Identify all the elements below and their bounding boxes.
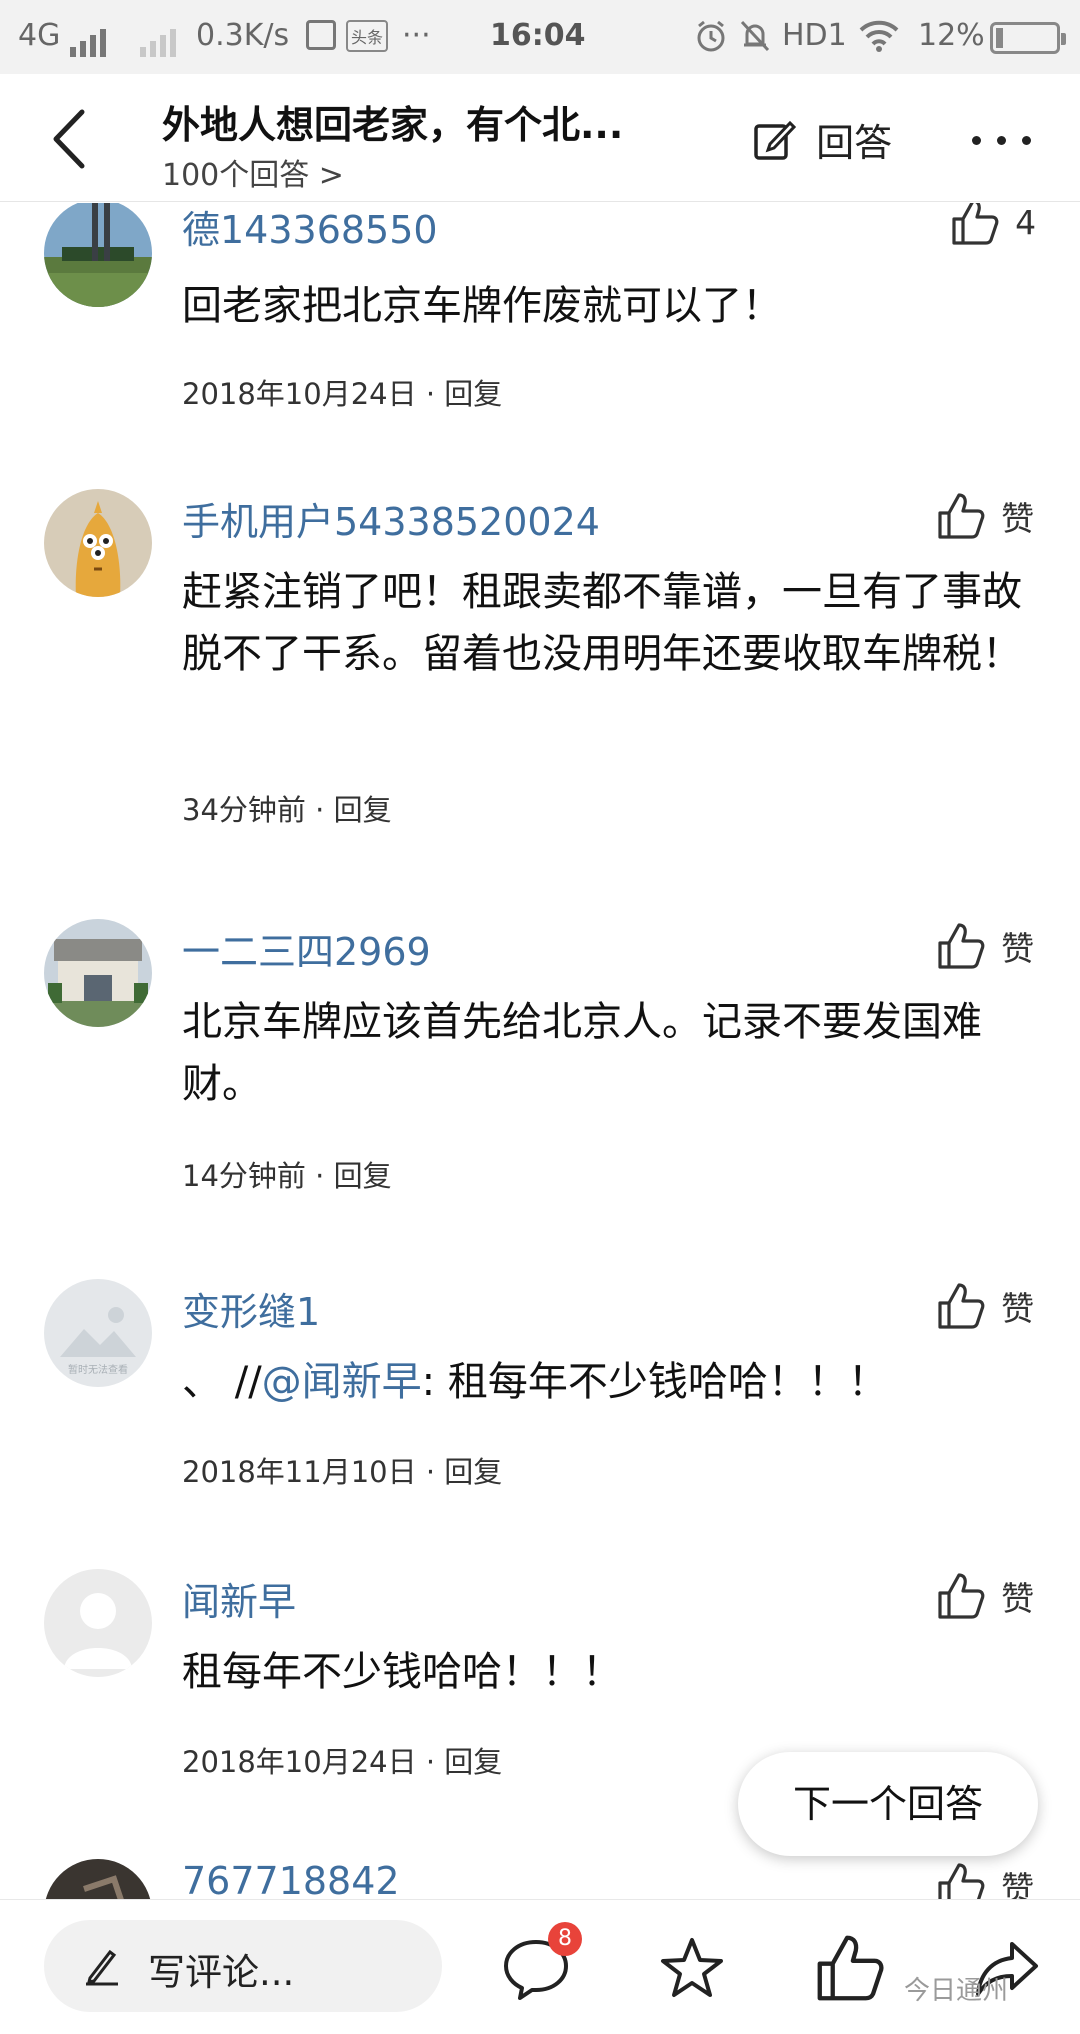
avatar[interactable]: 暂时无法查看: [44, 1279, 152, 1387]
avatar[interactable]: [44, 203, 152, 307]
next-answer-button[interactable]: 下一个回答: [738, 1752, 1038, 1856]
network-type: 4G: [18, 18, 61, 53]
thumbs-up-icon: [938, 493, 985, 539]
thumbs-up-icon: [938, 1283, 985, 1329]
like-label: 赞: [1001, 499, 1035, 538]
like-article-button[interactable]: [814, 1932, 886, 2004]
comment-text: 回老家把北京车牌作废就可以了！: [182, 283, 782, 329]
comment-username[interactable]: 德143368550: [182, 203, 438, 254]
hd-label: HD1: [782, 18, 847, 53]
write-answer-label: 回答: [816, 121, 893, 165]
like-button[interactable]: 4: [950, 203, 1036, 253]
thumbs-up-icon: [952, 203, 999, 245]
comment-time: 2018年11月10日: [182, 1455, 417, 1489]
write-answer-button[interactable]: 回答: [752, 112, 892, 166]
toutiao-badge: 头条: [346, 20, 389, 52]
like-label: 赞: [1001, 1579, 1035, 1618]
signal-2-icon: [140, 22, 180, 57]
comment-time: 2018年10月24日: [182, 1745, 417, 1779]
comment-username[interactable]: 手机用户54338520024: [182, 491, 600, 546]
avatar[interactable]: [44, 1569, 152, 1677]
comment-text: 北京车牌应该首先给北京人。记录不要发国难财。: [182, 999, 982, 1107]
meta-separator: ·: [416, 1455, 445, 1489]
comment-username[interactable]: 变形缝1: [182, 1281, 320, 1336]
comment-username[interactable]: 一二三四2969: [182, 921, 431, 976]
like-button[interactable]: 赞: [936, 1571, 1034, 1627]
comment-meta: 2018年11月10日 · 回复: [182, 1449, 502, 1491]
like-button[interactable]: 赞: [936, 1281, 1034, 1337]
thumbs-up-icon: [938, 1573, 985, 1619]
meta-separator: ·: [416, 1745, 445, 1779]
back-button[interactable]: [42, 104, 102, 174]
comment-text: 赶紧注销了吧！租跟卖都不靠谱，一旦有了事故脱不了干系。留着也没用明年还要收取车牌…: [182, 569, 1022, 677]
wifi-icon: [858, 18, 900, 60]
reply-button[interactable]: 回复: [444, 1745, 502, 1779]
comment-meta: 2018年10月24日 · 回复: [182, 1739, 502, 1781]
mute-icon: [738, 18, 772, 62]
signal-icon: [70, 22, 110, 57]
thumbs-up-icon: [938, 1863, 985, 1899]
compose-placeholder: 写评论...: [148, 1951, 295, 1994]
comment-meta: 14分钟前 · 回复: [182, 1153, 392, 1195]
comment-meta: 2018年10月24日 · 回复: [182, 371, 502, 413]
mention-link[interactable]: @闻新早: [262, 1359, 422, 1405]
comment-time: 34分钟前: [182, 793, 306, 827]
network-speed: 0.3K/s: [196, 18, 290, 53]
reply-button[interactable]: 回复: [444, 377, 502, 411]
favorite-button[interactable]: [656, 1932, 728, 2004]
comment-text: 租每年不少钱哈哈！！！: [182, 1649, 622, 1695]
avatar-caption: 暂时无法查看: [68, 1363, 128, 1376]
avatar[interactable]: [44, 489, 152, 597]
like-label: 赞: [1001, 1289, 1035, 1328]
chevron-left-icon: [53, 109, 85, 169]
clock: 16:04: [490, 18, 586, 53]
avatar[interactable]: [44, 1859, 152, 1899]
bottom-action-bar: 写评论... 8 今日通州: [0, 1899, 1080, 2034]
watermark: 今日通州: [904, 1976, 1009, 2006]
like-label: 4: [1015, 203, 1037, 242]
comment-count-badge: 8: [548, 1922, 582, 1956]
comment-text: 、 //@闻新早: 租每年不少钱哈哈！！！: [182, 1351, 1042, 1413]
thumbs-up-icon: [817, 1935, 884, 2001]
screenshot-icon: [306, 20, 336, 50]
comment-meta: 34分钟前 · 回复: [182, 787, 392, 829]
comment-time: 14分钟前: [182, 1159, 306, 1193]
page-title[interactable]: 外地人想回老家，有个北...: [162, 94, 623, 149]
meta-separator: ·: [416, 377, 445, 411]
like-button[interactable]: 赞: [936, 1861, 1034, 1899]
reply-button[interactable]: 回复: [334, 793, 392, 827]
comment-username[interactable]: 767718842: [182, 1859, 400, 1899]
pen-icon: [86, 1949, 118, 1986]
write-comment-input[interactable]: 写评论...: [44, 1920, 442, 2012]
meta-separator: ·: [305, 793, 334, 827]
comment-list[interactable]: 德143368550 4 回老家把北京车牌作废就可以了！ 2018年10月24日…: [0, 203, 1080, 1899]
top-nav-bar: 外地人想回老家，有个北... 100个回答 > 回答: [0, 74, 1080, 202]
avatar[interactable]: [44, 919, 152, 1027]
answer-count-link[interactable]: 100个回答 >: [162, 150, 344, 194]
battery-icon: [990, 22, 1066, 54]
edit-icon: [754, 120, 797, 160]
thumbs-up-icon: [938, 923, 985, 969]
battery-percent: 12%: [918, 18, 985, 53]
more-options-button[interactable]: [966, 114, 1038, 164]
comment-username[interactable]: 闻新早: [182, 1571, 296, 1626]
like-button[interactable]: 赞: [936, 921, 1034, 977]
alarm-icon: [694, 18, 728, 62]
like-label: 赞: [1001, 1869, 1035, 1899]
meta-separator: ·: [305, 1159, 334, 1193]
like-label: 赞: [1001, 929, 1035, 968]
reply-button[interactable]: 回复: [444, 1455, 502, 1489]
text-suffix: : 租每年不少钱哈哈！！！: [421, 1359, 888, 1405]
status-dots: ···: [402, 18, 431, 53]
comment-time: 2018年10月24日: [182, 377, 417, 411]
reply-button[interactable]: 回复: [334, 1159, 392, 1193]
star-icon: [661, 1938, 723, 1997]
status-bar: 4G 0.3K/s 头条 ··· 16:04 HD1 12%: [0, 0, 1080, 74]
text-prefix: 、 //: [182, 1359, 262, 1405]
like-button[interactable]: 赞: [936, 491, 1034, 547]
